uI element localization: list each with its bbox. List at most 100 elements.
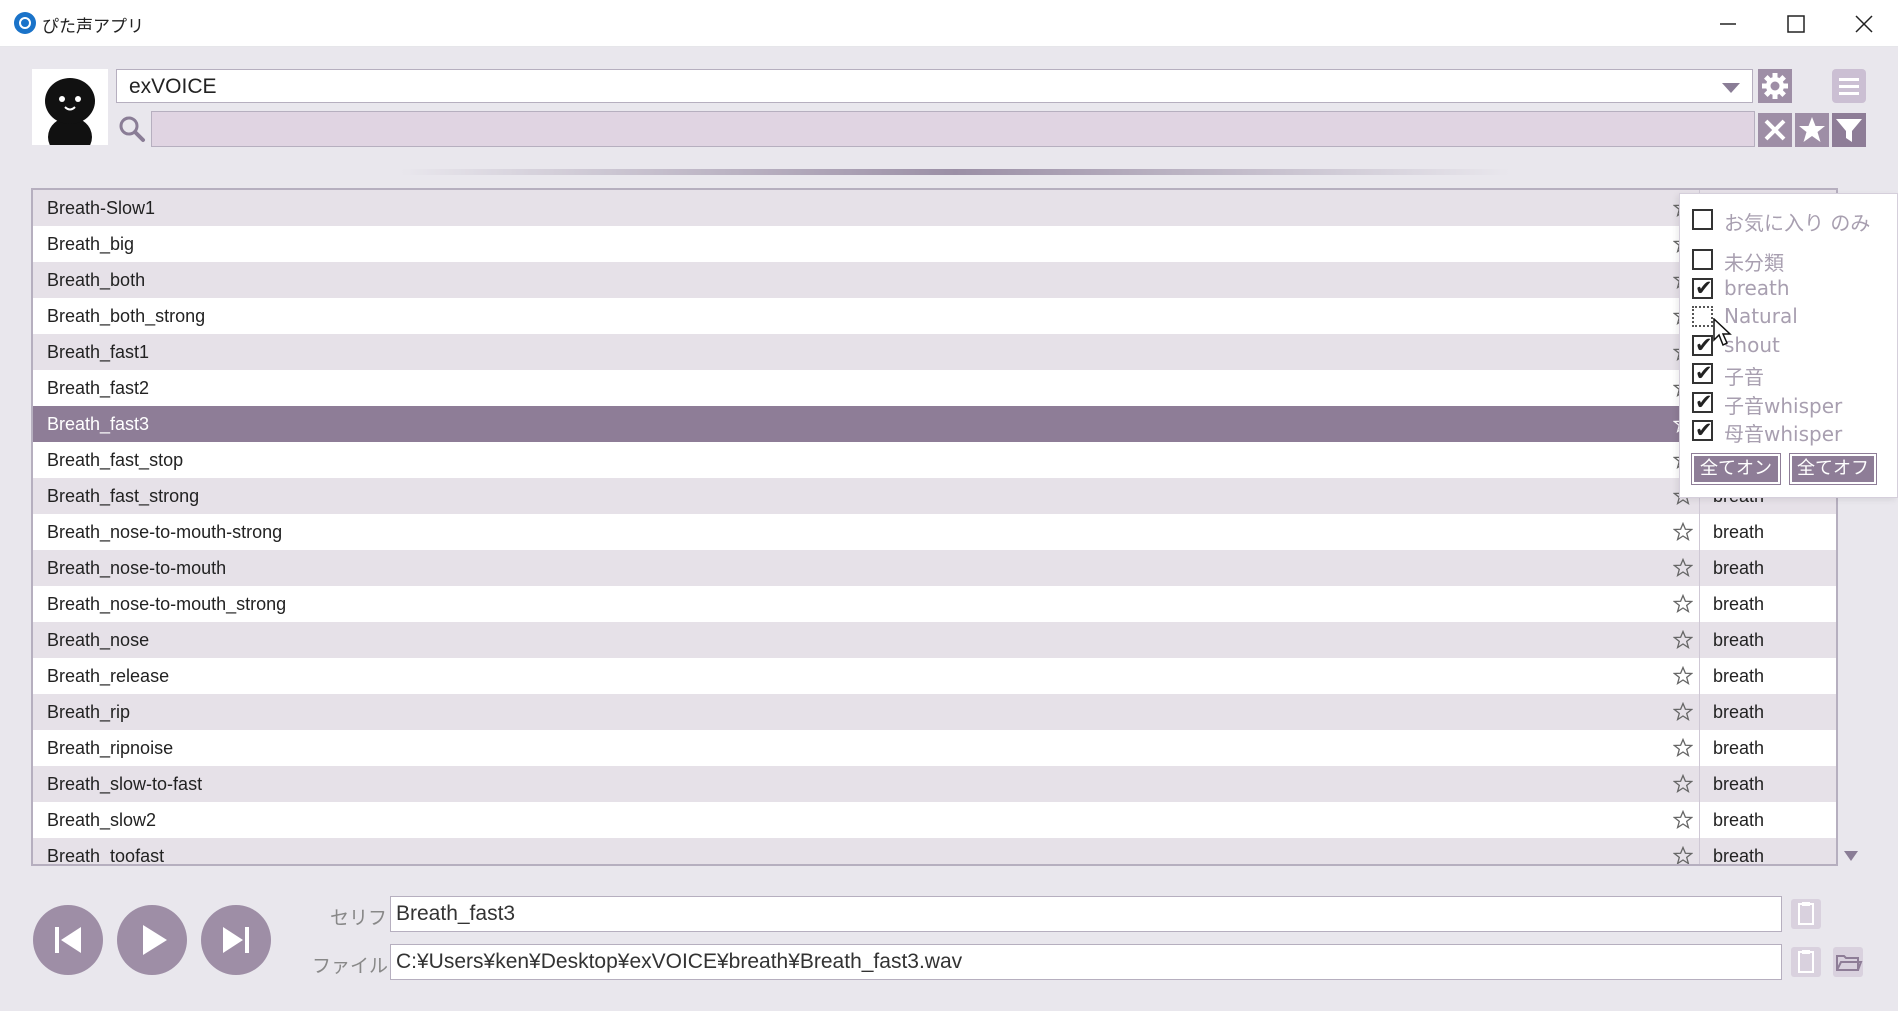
list-row-name: Breath_slow-to-fast xyxy=(47,774,203,794)
play-button[interactable] xyxy=(117,905,187,975)
column-divider xyxy=(1699,658,1700,694)
list-row[interactable]: Breath_slow2 breath xyxy=(33,802,1836,838)
serif-label: セリフ xyxy=(330,907,388,929)
list-row-name: Breath_slow2 xyxy=(47,810,157,830)
list-row-category: breath xyxy=(1713,558,1765,578)
list-row[interactable]: Breath_fast_stopbreath xyxy=(33,442,1836,478)
folder-icon xyxy=(1833,947,1863,977)
favorite-star-icon[interactable] xyxy=(1673,702,1693,722)
checkbox[interactable] xyxy=(1692,390,1713,414)
close-icon xyxy=(1855,15,1873,33)
menu-button[interactable] xyxy=(1832,69,1866,103)
list-row[interactable]: Breath_ripnoise breath xyxy=(33,730,1836,766)
file-label: ファイル xyxy=(312,955,389,977)
list-row-category: breath xyxy=(1713,846,1765,866)
column-divider xyxy=(1699,550,1700,586)
list-row[interactable]: Breath_fast_strongbreath xyxy=(33,478,1836,514)
scroll-down-arrow-icon[interactable] xyxy=(1844,851,1858,861)
list-row[interactable]: Breath_slow-to-fast breath xyxy=(33,766,1836,802)
checkbox[interactable] xyxy=(1692,361,1713,385)
checkbox[interactable] xyxy=(1692,209,1713,230)
serif-field[interactable]: Breath_fast3 xyxy=(390,896,1782,932)
minimize-icon xyxy=(1720,23,1736,25)
list-row[interactable]: Breath_nose-to-mouth-strong breath xyxy=(33,514,1836,550)
column-divider xyxy=(1699,586,1700,622)
file-path-field[interactable]: C:¥Users¥ken¥Desktop¥exVOICE¥breath¥Brea… xyxy=(390,944,1782,980)
previous-button[interactable] xyxy=(33,905,103,975)
list-row-category: breath xyxy=(1713,630,1765,650)
list-row-name: Breath_fast_stop xyxy=(47,450,184,470)
checkbox[interactable] xyxy=(1692,276,1713,300)
hamburger-menu-icon xyxy=(1832,69,1866,103)
maximize-button[interactable] xyxy=(1762,0,1830,47)
column-divider xyxy=(1699,802,1700,838)
minimize-button[interactable] xyxy=(1694,0,1762,47)
favorite-star-icon[interactable] xyxy=(1673,666,1693,686)
star-icon xyxy=(1795,113,1829,147)
list-row-name: Breath_both xyxy=(47,270,146,290)
list-row[interactable]: Breath_fast2breath xyxy=(33,370,1836,406)
list-row[interactable]: Breath_toofast breath xyxy=(33,838,1836,866)
list-row[interactable]: Breath_nose breath xyxy=(33,622,1836,658)
all-on-button[interactable]: 全てオン xyxy=(1691,453,1781,485)
list-row[interactable]: Breath_nose-to-mouth breath xyxy=(33,550,1836,586)
skip-previous-icon xyxy=(55,927,81,953)
list-row[interactable]: Breath_release breath xyxy=(33,658,1836,694)
checkbox[interactable] xyxy=(1692,333,1713,357)
favorite-star-icon[interactable] xyxy=(1673,558,1693,578)
list-row-category: breath xyxy=(1713,774,1765,794)
voice-select-value: exVOICE xyxy=(129,75,217,98)
favorite-star-icon[interactable] xyxy=(1673,522,1693,542)
list-row[interactable]: Breath_fast1breath xyxy=(33,334,1836,370)
main-panel: exVOICE Breath-Slow1 Breath_big Breath_b… xyxy=(0,47,1898,1011)
checkbox[interactable] xyxy=(1692,306,1713,327)
next-button[interactable] xyxy=(201,905,271,975)
close-window-button[interactable] xyxy=(1830,0,1898,47)
list-row-name: Breath_rip xyxy=(47,702,131,722)
list-row-category: breath xyxy=(1713,702,1765,722)
column-divider xyxy=(1699,694,1700,730)
checkbox[interactable] xyxy=(1692,249,1713,270)
list-row[interactable]: Breath_both breath xyxy=(33,262,1836,298)
category-filter-button[interactable] xyxy=(1832,113,1866,147)
favorite-star-icon[interactable] xyxy=(1673,846,1693,866)
filter-category-label: Natural xyxy=(1724,304,1798,328)
favorite-star-icon[interactable] xyxy=(1673,738,1693,758)
clear-x-icon xyxy=(1758,113,1792,147)
list-row-name: Breath_release xyxy=(47,666,170,686)
clear-search-button[interactable] xyxy=(1758,113,1792,147)
open-folder-button[interactable] xyxy=(1832,946,1864,978)
list-row[interactable]: Breath_both_strongbreath xyxy=(33,298,1836,334)
app-icon xyxy=(14,12,36,34)
search-input[interactable] xyxy=(151,111,1755,147)
voice-select[interactable]: exVOICE xyxy=(116,69,1753,103)
voice-list[interactable]: Breath-Slow1breathBreath_bigbreathBreath… xyxy=(31,188,1838,866)
progress-divider xyxy=(400,169,1510,175)
favorite-star-icon[interactable] xyxy=(1673,810,1693,830)
list-row-name: Breath_fast1 xyxy=(47,342,150,362)
list-row-category: breath xyxy=(1713,666,1765,686)
settings-button[interactable] xyxy=(1758,69,1792,103)
list-row-name: Breath_big xyxy=(47,234,135,254)
favorite-star-icon[interactable] xyxy=(1673,774,1693,794)
list-row[interactable]: Breath_rip breath xyxy=(33,694,1836,730)
window-title: ぴた声アプリ xyxy=(42,17,144,37)
column-divider xyxy=(1699,730,1700,766)
checkbox[interactable] xyxy=(1692,418,1713,442)
column-divider xyxy=(1699,514,1700,550)
title-bar: ぴた声アプリ xyxy=(0,0,1898,47)
favorites-filter-button[interactable] xyxy=(1795,113,1829,147)
filter-popup: お気に入り のみ 未分類breathNaturalshout子音子音whispe… xyxy=(1679,193,1898,498)
favorite-star-icon[interactable] xyxy=(1673,630,1693,650)
favorite-star-icon[interactable] xyxy=(1673,594,1693,614)
list-row[interactable]: Breath_nose-to-mouth_strong breath xyxy=(33,586,1836,622)
all-off-button[interactable]: 全てオフ xyxy=(1789,453,1877,485)
list-row[interactable]: Breath-Slow1breath xyxy=(33,190,1836,226)
list-row[interactable]: Breath_bigbreath xyxy=(33,226,1836,262)
list-row-category: breath xyxy=(1713,522,1765,542)
column-divider xyxy=(1699,622,1700,658)
copy-serif-button[interactable] xyxy=(1790,898,1822,930)
filter-category-label: 子音whisper xyxy=(1724,393,1843,418)
list-row[interactable]: Breath_fast3breath xyxy=(33,406,1836,442)
copy-path-button[interactable] xyxy=(1790,946,1822,978)
